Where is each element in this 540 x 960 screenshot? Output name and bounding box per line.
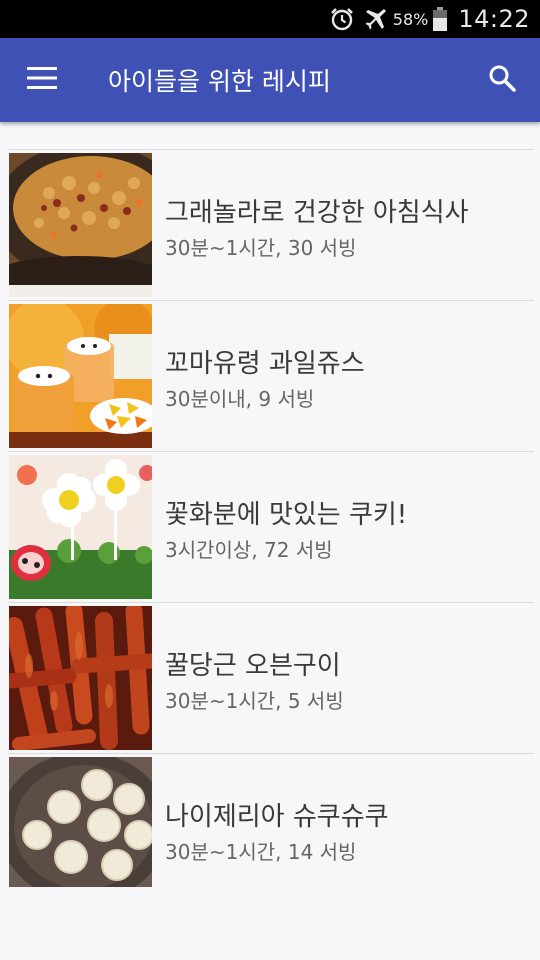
menu-button[interactable] bbox=[0, 38, 84, 122]
recipe-title: 나이제리아 슈쿠슈쿠 bbox=[165, 802, 389, 832]
battery-percent: 58% bbox=[392, 9, 429, 29]
recipe-item[interactable]: 꼬마유령 과일쥬스 30분이내, 9 서빙 bbox=[8, 300, 534, 451]
airplane-mode-icon bbox=[363, 6, 389, 32]
roasted-carrot-photo bbox=[9, 606, 152, 750]
ghost-juice-photo bbox=[9, 304, 152, 448]
recipe-title: 꿀당근 오븐구이 bbox=[165, 651, 341, 681]
flower-cookie-photo bbox=[9, 455, 152, 599]
recipe-item[interactable]: 그래놀라로 건강한 아침식사 30분~1시간, 30 서빙 bbox=[8, 149, 534, 300]
recipe-meta: 3시간이상, 72 서빙 bbox=[165, 538, 333, 562]
recipe-title: 꼬마유령 과일쥬스 bbox=[165, 349, 365, 379]
app-bar: 아이들을 위한 레시피 bbox=[0, 38, 540, 122]
recipe-item[interactable]: 나이제리아 슈쿠슈쿠 30분~1시간, 14 서빙 bbox=[8, 753, 534, 904]
recipe-item[interactable]: 꽃화분에 맛있는 쿠키! 3시간이상, 72 서빙 bbox=[8, 451, 534, 602]
granola-photo bbox=[9, 153, 152, 297]
recipe-meta: 30분~1시간, 5 서빙 bbox=[165, 689, 344, 713]
battery-icon bbox=[432, 6, 448, 32]
coconut-ball-photo bbox=[9, 757, 152, 901]
recipe-meta: 30분~1시간, 30 서빙 bbox=[165, 236, 357, 260]
clock: 14:22 bbox=[458, 5, 530, 33]
status-bar: 58% 14:22 bbox=[0, 0, 540, 38]
hamburger-menu-icon bbox=[27, 67, 57, 93]
recipe-meta: 30분~1시간, 14 서빙 bbox=[165, 840, 357, 864]
alarm-icon bbox=[329, 6, 355, 32]
search-button[interactable] bbox=[464, 38, 540, 122]
recipe-meta: 30분이내, 9 서빙 bbox=[165, 387, 315, 411]
recipe-title: 그래놀라로 건강한 아침식사 bbox=[165, 198, 469, 228]
recipe-list: 그래놀라로 건강한 아침식사 30분~1시간, 30 서빙 꼬마유령 과일쥬스 … bbox=[0, 149, 540, 904]
page-title: 아이들을 위한 레시피 bbox=[108, 67, 331, 96]
recipe-title: 꽃화분에 맛있는 쿠키! bbox=[165, 500, 408, 530]
search-icon bbox=[488, 64, 516, 96]
recipe-item[interactable]: 꿀당근 오븐구이 30분~1시간, 5 서빙 bbox=[8, 602, 534, 753]
